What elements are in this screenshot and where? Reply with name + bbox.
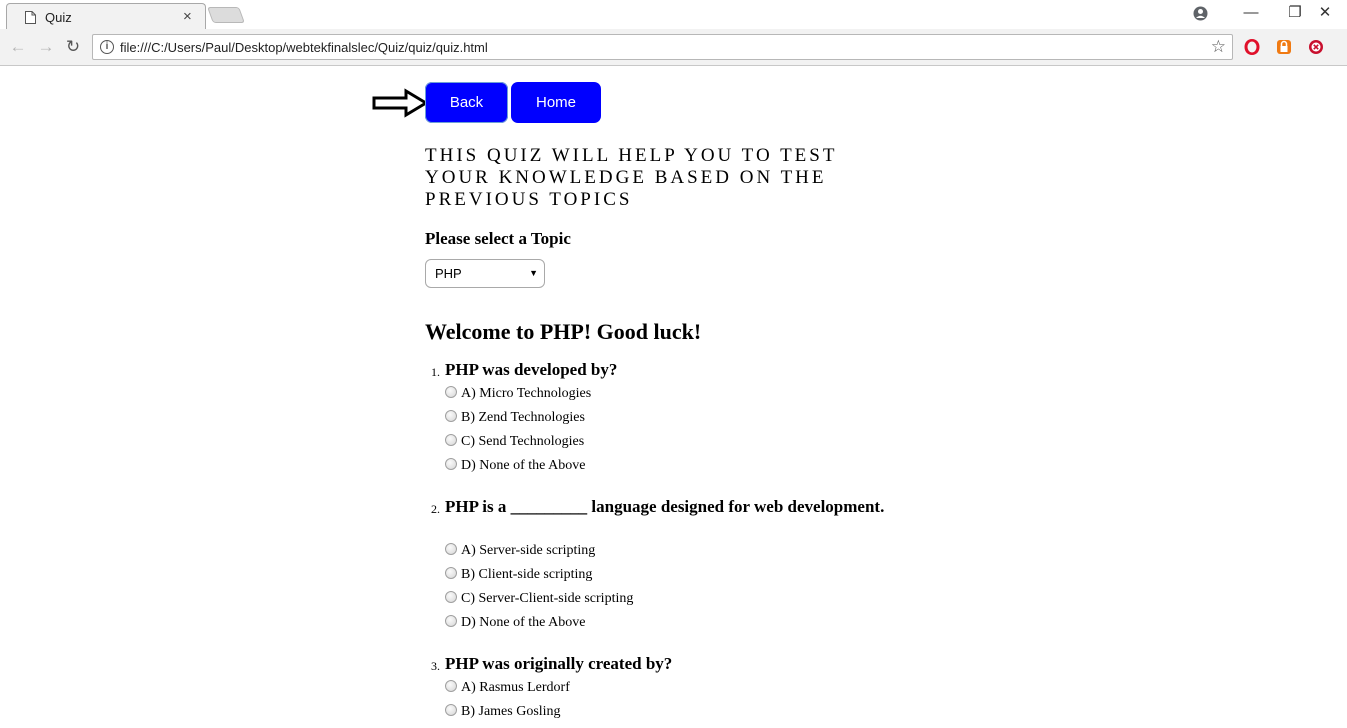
question-text: PHP was developed by? xyxy=(445,360,618,379)
answer-option[interactable]: D) None of the Above xyxy=(445,614,585,632)
back-button[interactable]: Back xyxy=(425,82,508,123)
radio-button[interactable] xyxy=(445,567,457,579)
question-1: 1. PHP was developed by? A) Micro Techno… xyxy=(425,360,895,480)
radio-button[interactable] xyxy=(445,615,457,627)
arrow-pointer-icon xyxy=(372,88,428,118)
block-extension-icon[interactable] xyxy=(1308,39,1324,55)
reload-icon[interactable]: ↻ xyxy=(63,37,83,57)
radio-button[interactable] xyxy=(445,386,457,398)
tab-strip: Quiz × — ❐ ✕ xyxy=(0,0,1347,30)
question-2: 2. PHP is a _________ language designed … xyxy=(425,497,895,633)
forward-arrow-icon[interactable]: → xyxy=(36,37,56,57)
answer-option[interactable]: B) Client-side scripting xyxy=(445,566,592,584)
radio-button[interactable] xyxy=(445,410,457,422)
quiz-intro-heading: THIS QUIZ WILL HELP YOU TO TEST YOUR KNO… xyxy=(425,145,838,210)
answer-option[interactable]: A) Rasmus Lerdorf xyxy=(445,679,570,697)
answer-option[interactable]: B) Zend Technologies xyxy=(445,409,585,427)
browser-toolbar: ← → ↻ i file:///C:/Users/Paul/Desktop/we… xyxy=(0,29,1347,66)
question-text: PHP is a _________ language designed for… xyxy=(445,497,885,516)
url-text[interactable]: file:///C:/Users/Paul/Desktop/webtekfina… xyxy=(120,40,488,55)
minimize-button[interactable]: — xyxy=(1228,2,1274,24)
radio-button[interactable] xyxy=(445,434,457,446)
tab-title: Quiz xyxy=(45,10,72,25)
question-number: 3. xyxy=(431,659,440,673)
question-3: 3. PHP was originally created by? A) Ras… xyxy=(425,654,895,724)
topic-select-value: PHP xyxy=(435,266,462,281)
radio-button[interactable] xyxy=(445,704,457,716)
new-tab-button[interactable] xyxy=(207,7,245,23)
topic-select[interactable]: PHP ▼ xyxy=(425,259,545,288)
answer-option[interactable]: A) Micro Technologies xyxy=(445,385,591,403)
answer-option[interactable]: A) Server-side scripting xyxy=(445,542,595,560)
close-window-button[interactable]: ✕ xyxy=(1302,2,1347,24)
lock-extension-icon[interactable] xyxy=(1276,39,1292,55)
info-icon[interactable]: i xyxy=(100,40,114,54)
opera-extension-icon[interactable] xyxy=(1244,39,1260,55)
answer-option[interactable]: C) Server-Client-side scripting xyxy=(445,590,633,608)
tab-close-icon[interactable]: × xyxy=(183,8,192,25)
answer-option[interactable]: C) Send Technologies xyxy=(445,433,584,451)
profile-icon[interactable] xyxy=(1193,6,1208,21)
address-bar[interactable]: i file:///C:/Users/Paul/Desktop/webtekfi… xyxy=(92,34,1233,60)
dropdown-caret-icon: ▼ xyxy=(529,268,538,278)
tab-quiz[interactable]: Quiz × xyxy=(6,3,206,30)
page-icon xyxy=(25,11,36,24)
welcome-heading: Welcome to PHP! Good luck! xyxy=(425,319,702,344)
topic-select-label: Please select a Topic xyxy=(425,229,571,248)
radio-button[interactable] xyxy=(445,543,457,555)
question-number: 1. xyxy=(431,365,440,379)
bookmark-star-icon[interactable]: ☆ xyxy=(1211,37,1226,57)
answer-option[interactable]: D) None of the Above xyxy=(445,457,585,475)
question-number: 2. xyxy=(431,502,440,516)
radio-button[interactable] xyxy=(445,591,457,603)
question-text: PHP was originally created by? xyxy=(445,654,673,673)
radio-button[interactable] xyxy=(445,680,457,692)
radio-button[interactable] xyxy=(445,458,457,470)
answer-option[interactable]: B) James Gosling xyxy=(445,703,561,721)
home-button[interactable]: Home xyxy=(511,82,601,123)
back-arrow-icon[interactable]: ← xyxy=(8,37,28,57)
